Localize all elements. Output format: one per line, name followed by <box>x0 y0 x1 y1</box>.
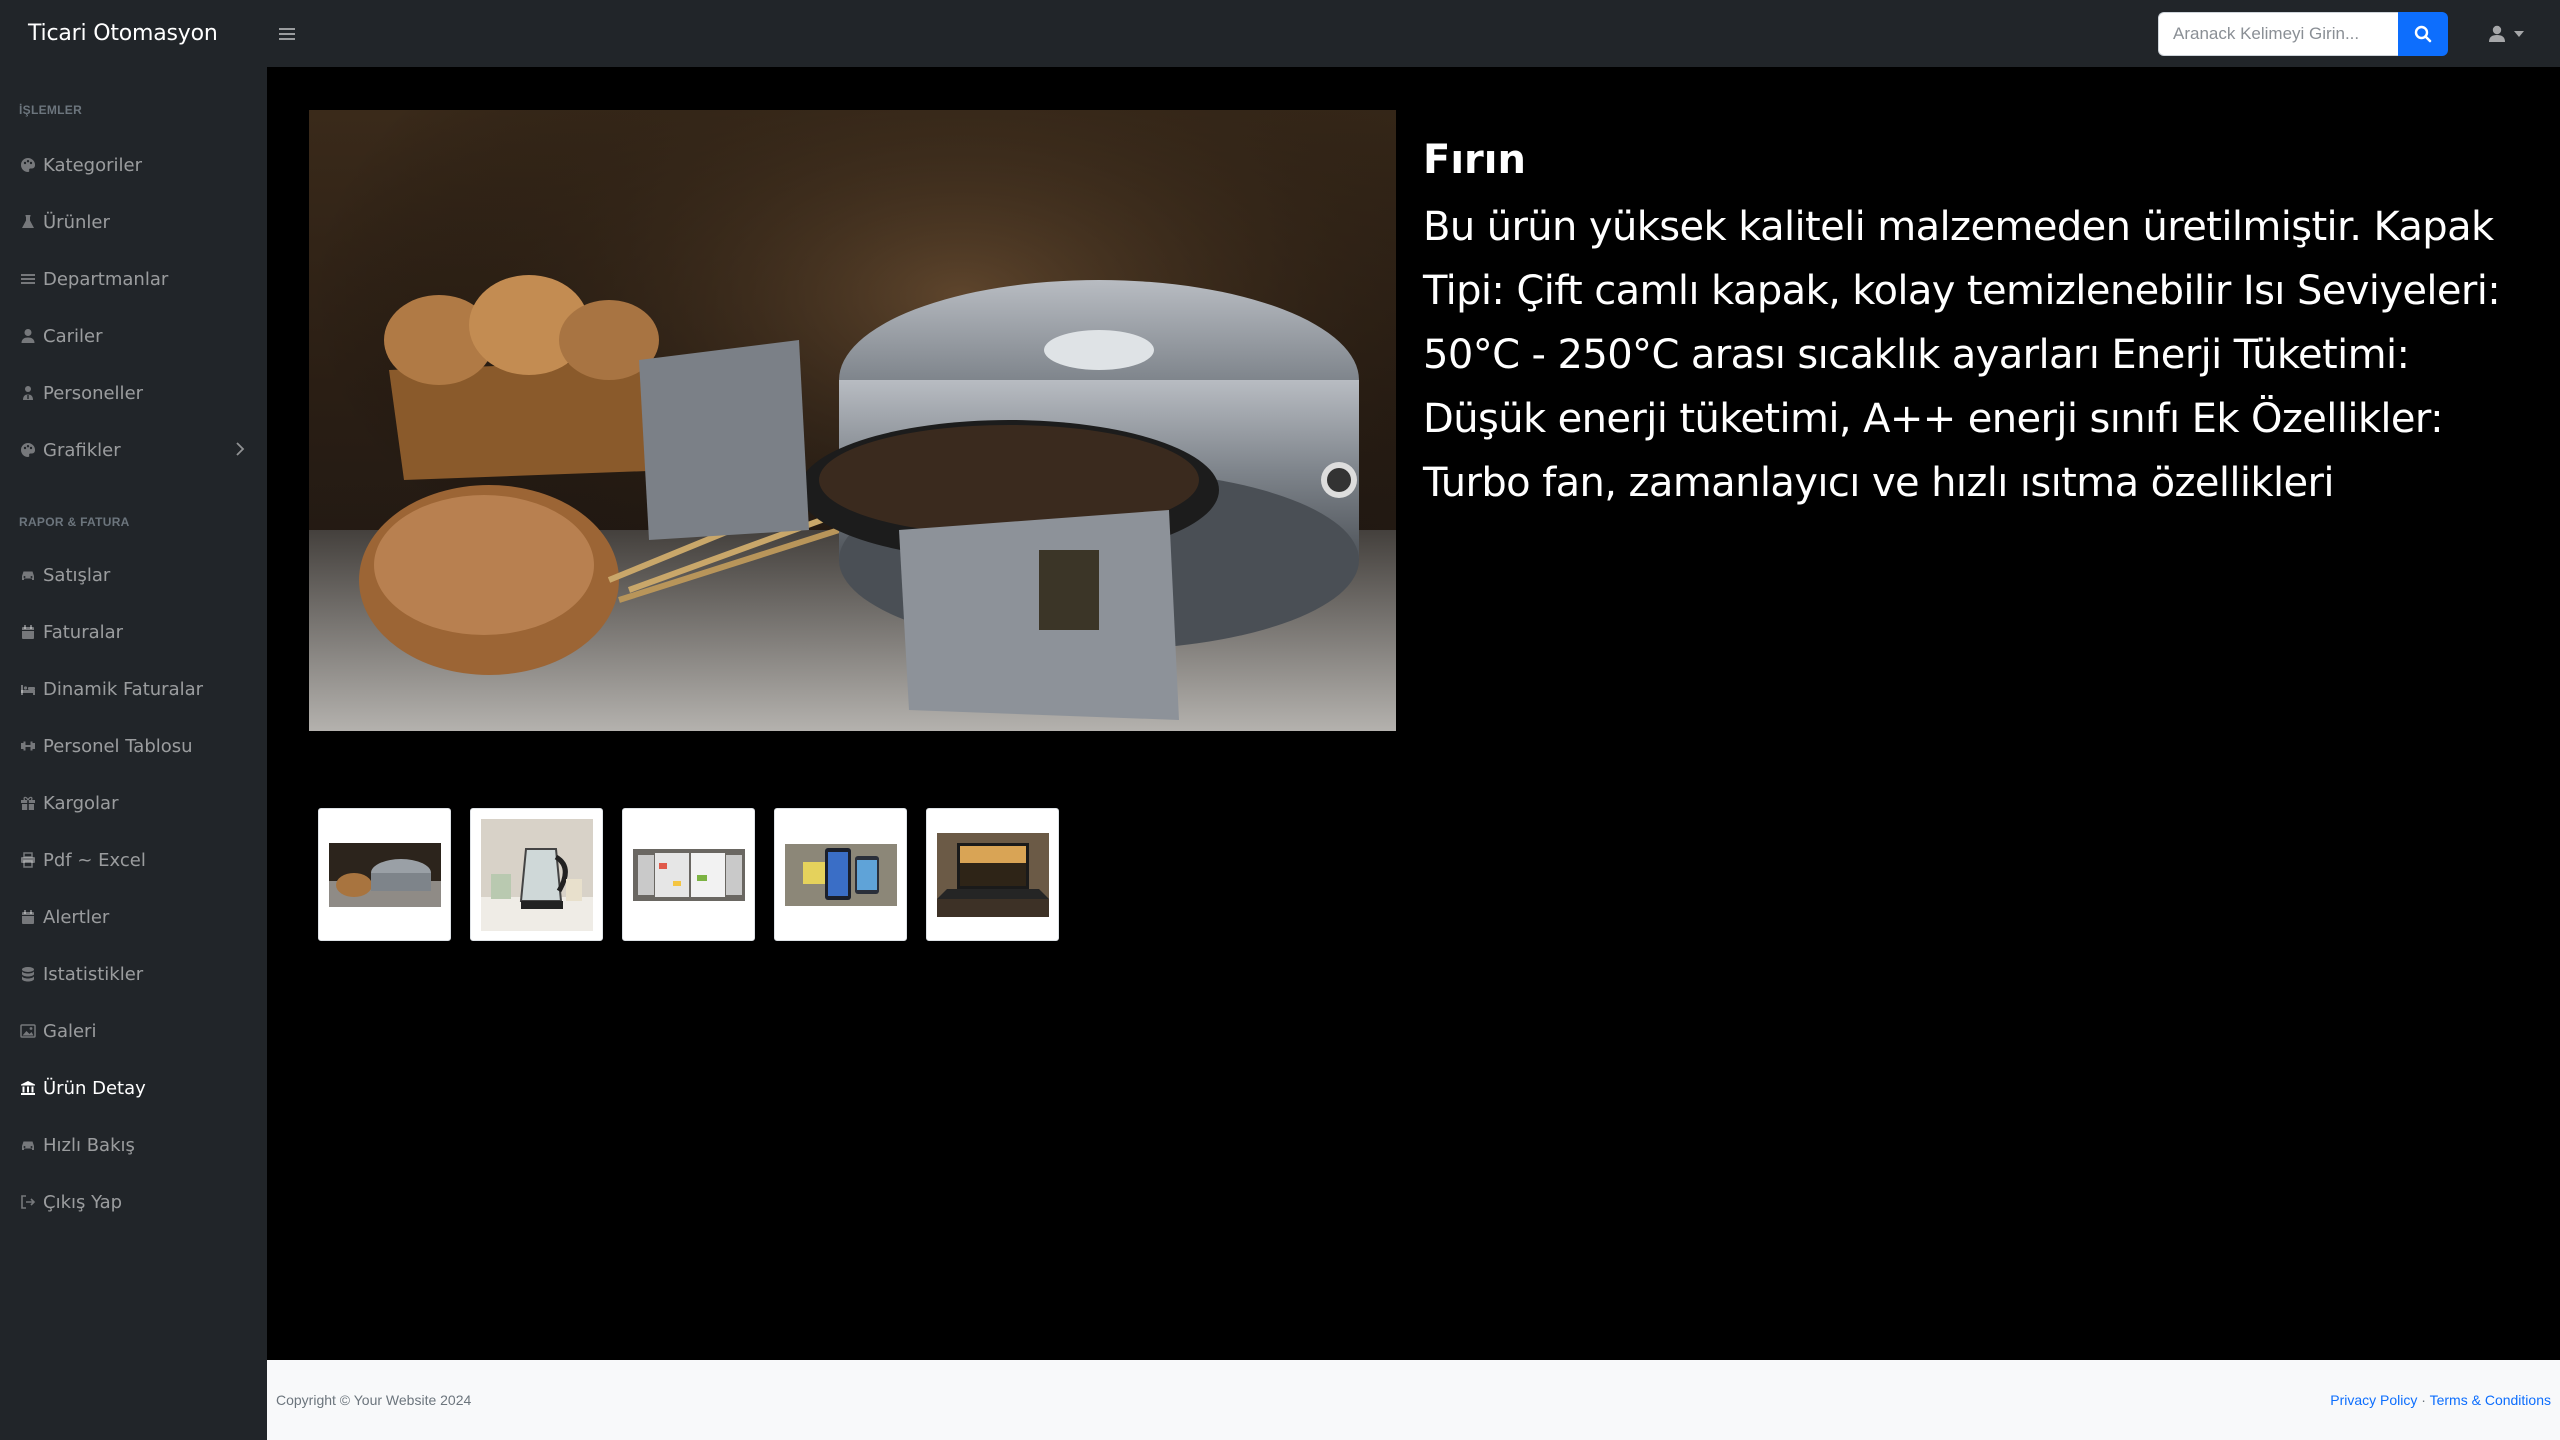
oven-thumbnail-image <box>328 842 441 907</box>
search-icon <box>2414 25 2432 42</box>
chevron-right-icon <box>236 442 245 456</box>
sidebar-item-label: Galeri <box>43 1020 97 1042</box>
thumbnail-phone[interactable] <box>774 808 907 941</box>
sidebar-item-personeller[interactable]: Personeller <box>0 369 267 417</box>
sidebar-item-label: Çıkış Yap <box>43 1191 123 1213</box>
laptop-thumbnail-image <box>936 832 1049 917</box>
thumbnail-kettle[interactable] <box>470 808 603 941</box>
calendar-icon <box>19 908 37 926</box>
database-icon <box>19 965 37 983</box>
sidebar-item-label: Personel Tablosu <box>43 735 193 757</box>
calendar-icon <box>19 623 37 641</box>
thumbnail-oven[interactable] <box>318 808 451 941</box>
footer-separator: · <box>2421 1392 2426 1408</box>
print-icon <box>19 851 37 869</box>
top-navbar: Ticari Otomasyon <box>0 0 2560 67</box>
sidebar-item-istatistikler[interactable]: Istatistikler <box>0 950 267 998</box>
sidebar-item-label: Satışlar <box>43 564 111 586</box>
sidebar-heading-islemler: İşlemler <box>19 103 83 117</box>
sidebar-item-kategoriler[interactable]: Kategoriler <box>0 141 267 189</box>
terms-link[interactable]: Terms & Conditions <box>2430 1392 2551 1408</box>
sidebar-item-label: Dinamik Faturalar <box>43 678 204 700</box>
phone-thumbnail-image <box>784 843 897 906</box>
refrigerator-thumbnail-image <box>632 848 745 901</box>
sidebar-item-label: Hızlı Bakış <box>43 1134 135 1156</box>
sidebar-item-label: Kargolar <box>43 792 119 814</box>
sidebar-item-label: Ürünler <box>43 211 110 233</box>
search-form <box>2158 11 2448 56</box>
gift-icon <box>19 794 37 812</box>
search-input[interactable] <box>2158 11 2398 56</box>
copyright-text: Copyright © Your Website 2024 <box>276 1392 472 1408</box>
car-icon <box>19 566 37 584</box>
user-doctor-icon <box>19 384 37 402</box>
sidebar-item-hizli-bakis[interactable]: Hızlı Bakış <box>0 1121 267 1169</box>
sidebar-item-label: Ürün Detay <box>43 1077 146 1099</box>
footer: Copyright © Your Website 2024 Privacy Po… <box>267 1360 2560 1440</box>
sidebar-item-label: Faturalar <box>43 621 124 643</box>
sidebar-item-label: Departmanlar <box>43 268 169 290</box>
sidebar-item-cikis-yap[interactable]: Çıkış Yap <box>0 1178 267 1226</box>
user-dropdown[interactable] <box>2488 25 2524 43</box>
sidebar-item-label: Alertler <box>43 906 110 928</box>
user-icon <box>19 327 37 345</box>
car-icon <box>19 1136 37 1154</box>
main-content: Fırın Bu ürün yüksek kaliteli malzemeden… <box>267 67 2560 1360</box>
sidebar-item-dinamik-faturalar[interactable]: Dinamik Faturalar <box>0 665 267 713</box>
sidebar-item-label: Cariler <box>43 325 103 347</box>
sidebar-item-cariler[interactable]: Cariler <box>0 312 267 360</box>
privacy-policy-link[interactable]: Privacy Policy <box>2330 1392 2417 1408</box>
sidebar-item-kargolar[interactable]: Kargolar <box>0 779 267 827</box>
flask-icon <box>19 213 37 231</box>
thumbnail-refrigerator[interactable] <box>622 808 755 941</box>
sidebar-item-galeri[interactable]: Galeri <box>0 1007 267 1055</box>
sign-out-icon <box>19 1193 37 1211</box>
chevron-down-icon <box>2514 30 2524 37</box>
thumbnail-laptop[interactable] <box>926 808 1059 941</box>
sidebar-item-personel-tablosu[interactable]: Personel Tablosu <box>0 722 267 770</box>
sidebar-item-urun-detay[interactable]: Ürün Detay <box>0 1064 267 1112</box>
sidebar-item-label: Istatistikler <box>43 963 144 985</box>
sidebar-item-satislar[interactable]: Satışlar <box>0 551 267 599</box>
dumbbell-icon <box>19 737 37 755</box>
bed-icon <box>19 680 37 698</box>
product-description: Bu ürün yüksek kaliteli malzemeden üreti… <box>1423 204 2501 506</box>
sidebar-item-label: Pdf ~ Excel <box>43 849 146 871</box>
bars-icon <box>279 27 295 40</box>
sidebar: İşlemler Kategoriler Ürünler Departmanla… <box>0 67 267 1440</box>
product-main-image <box>309 110 1396 731</box>
sidebar-item-urunler[interactable]: Ürünler <box>0 198 267 246</box>
product-title: Fırın <box>1423 137 1526 183</box>
sidebar-item-label: Personeller <box>43 382 144 404</box>
sidebar-heading-rapor: Rapor & Fatura <box>19 515 130 529</box>
sidebar-item-label: Grafikler <box>43 439 121 461</box>
sidebar-item-pdf-excel[interactable]: Pdf ~ Excel <box>0 836 267 884</box>
search-button[interactable] <box>2398 11 2448 56</box>
user-icon <box>2489 25 2505 42</box>
bank-icon <box>19 1079 37 1097</box>
image-icon <box>19 1022 37 1040</box>
sidebar-item-alertler[interactable]: Alertler <box>0 893 267 941</box>
bars-icon <box>19 270 37 288</box>
palette-icon <box>19 441 37 459</box>
sidebar-item-faturalar[interactable]: Faturalar <box>0 608 267 656</box>
sidebar-item-grafikler[interactable]: Grafikler <box>0 426 267 474</box>
brand-title[interactable]: Ticari Otomasyon <box>0 21 267 46</box>
palette-icon <box>19 156 37 174</box>
kettle-thumbnail-image <box>480 818 593 931</box>
footer-links: Privacy Policy · Terms & Conditions <box>2330 1392 2551 1408</box>
sidebar-item-label: Kategoriler <box>43 154 142 176</box>
sidebar-item-departmanlar[interactable]: Departmanlar <box>0 255 267 303</box>
sidebar-toggle-button[interactable] <box>271 18 303 50</box>
